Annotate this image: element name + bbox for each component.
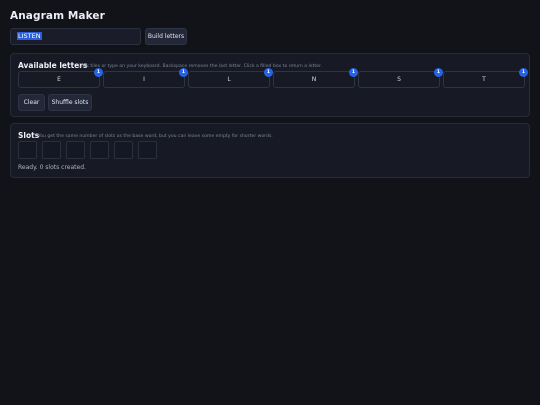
slot-box[interactable] (66, 141, 85, 159)
slot-box[interactable] (18, 141, 37, 159)
slots-hint: You get the same number of slots as the … (38, 134, 273, 139)
tile-letter: T (482, 76, 486, 83)
letter-tile[interactable]: S 1 (358, 68, 443, 88)
slot-box[interactable] (42, 141, 61, 159)
letter-tile[interactable]: E 1 (18, 68, 103, 88)
tile-letter: L (227, 76, 231, 83)
tile-letter: N (311, 76, 317, 83)
base-word-value: LISTEN (17, 32, 42, 40)
letter-tile[interactable]: I 1 (103, 68, 188, 88)
tile-count-badge: 1 (179, 68, 188, 77)
tile-count-badge: 1 (519, 68, 528, 77)
letter-tile[interactable]: N 1 (273, 68, 358, 88)
app-title: Anagram Maker (10, 10, 105, 22)
slots-panel: Slots You get the same number of slots a… (10, 123, 530, 178)
base-word-input[interactable]: LISTEN (10, 28, 141, 45)
slot-box[interactable] (138, 141, 157, 159)
tile-letter: I (143, 76, 145, 83)
app-root: Anagram Maker LISTEN Build letters Avail… (0, 0, 540, 405)
slot-box[interactable] (114, 141, 133, 159)
tile-letter: E (57, 76, 61, 83)
shuffle-slots-button[interactable]: Shuffle slots (48, 94, 92, 111)
build-letters-button[interactable]: Build letters (145, 28, 187, 45)
tile-count-badge: 1 (94, 68, 103, 77)
slot-box[interactable] (90, 141, 109, 159)
tile-letter: S (397, 76, 401, 83)
status-text: Ready. 0 slots created. (18, 164, 86, 171)
available-letters-title: Available letters (18, 61, 88, 70)
available-letters-hint: Click tiles or type on your keyboard. Ba… (78, 64, 322, 69)
clear-button[interactable]: Clear (18, 94, 45, 111)
tile-count-badge: 1 (264, 68, 273, 77)
available-letters-panel: Available letters Click tiles or type on… (10, 53, 530, 117)
tile-count-badge: 1 (434, 68, 443, 77)
letter-tile[interactable]: L 1 (188, 68, 273, 88)
tile-count-badge: 1 (349, 68, 358, 77)
slots-title: Slots (18, 131, 40, 140)
letter-tile[interactable]: T 1 (443, 68, 528, 88)
